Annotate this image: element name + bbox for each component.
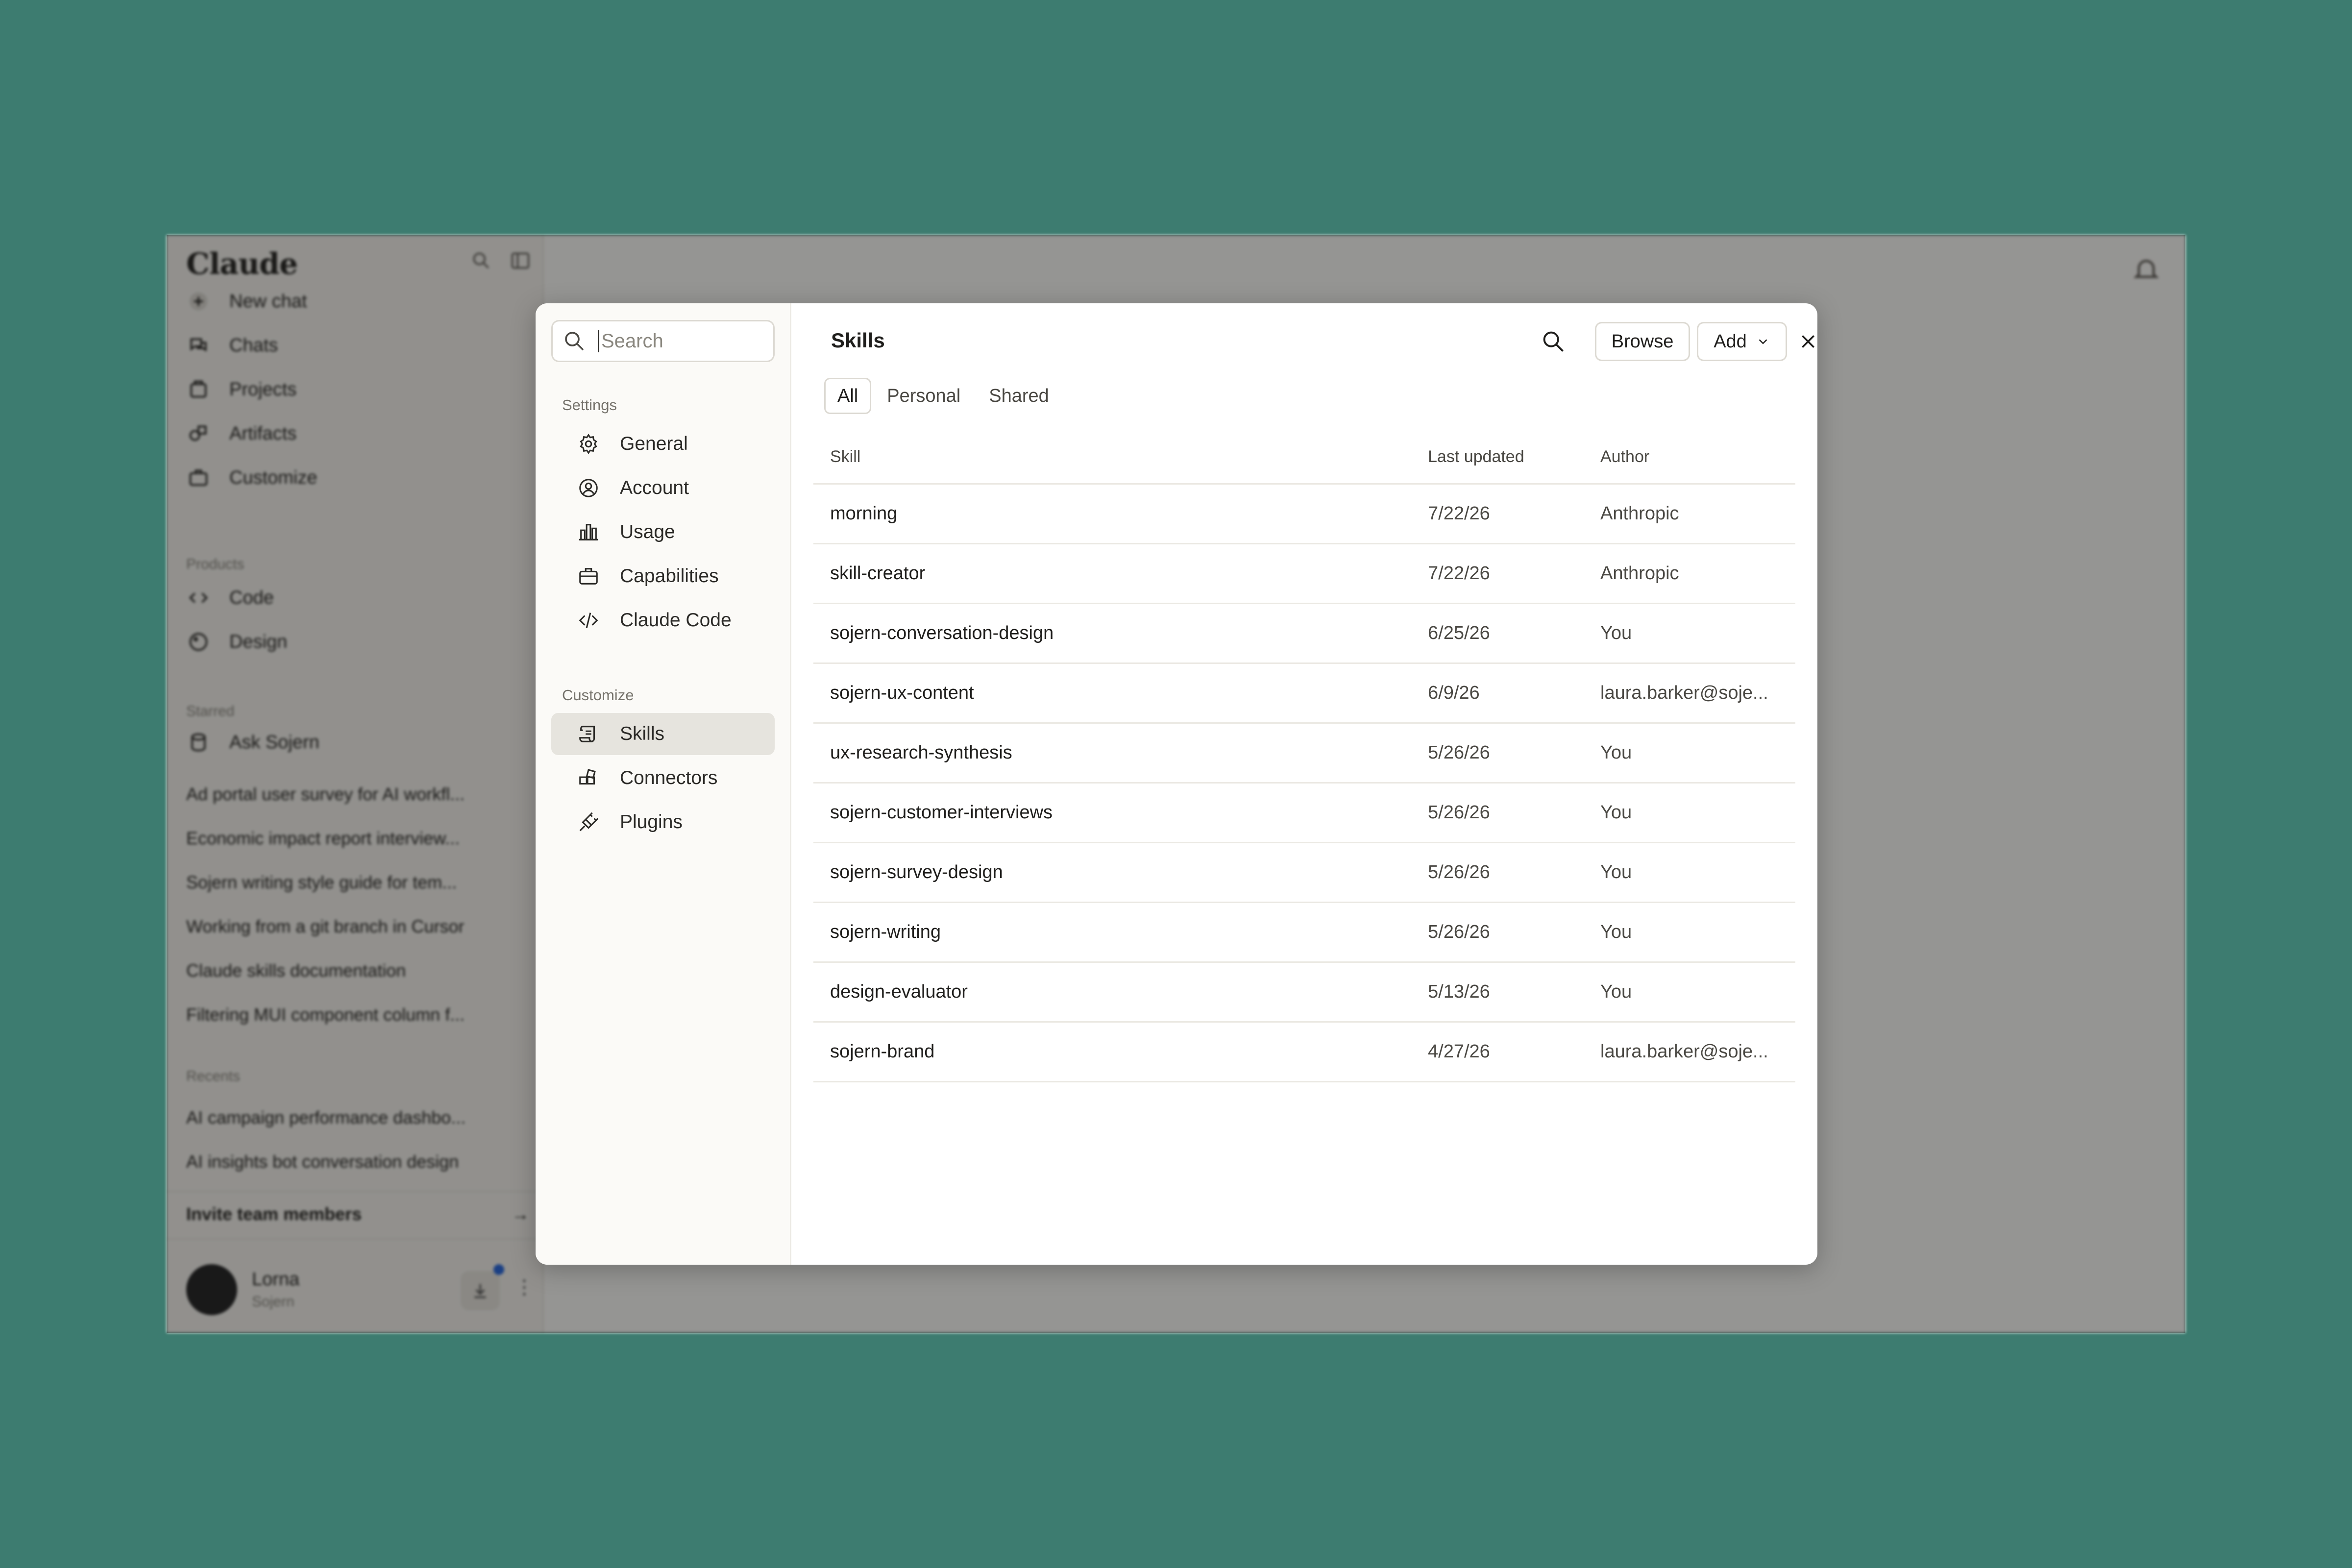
nav-item-claude-code[interactable]: Claude Code xyxy=(551,599,775,641)
table-row[interactable]: design-evaluator 5/13/26 You xyxy=(813,963,1795,1023)
column-header-last-updated[interactable]: Last updated xyxy=(1428,447,1524,466)
scroll-icon xyxy=(577,722,600,746)
table-row[interactable]: sojern-customer-interviews 5/26/26 You xyxy=(813,784,1795,843)
author: You xyxy=(1600,802,1632,823)
close-button[interactable] xyxy=(1797,331,1817,352)
nav-item-label: Usage xyxy=(620,521,675,542)
skill-name: sojern-brand xyxy=(830,1041,935,1062)
skills-panel: Skills Browse Add All Personal Shared Sk… xyxy=(793,303,1817,1265)
briefcase-icon xyxy=(577,564,600,588)
skills-search-button[interactable] xyxy=(1538,326,1569,357)
table-row[interactable]: ux-research-synthesis 5/26/26 You xyxy=(813,724,1795,784)
nav-item-label: Account xyxy=(620,477,689,498)
browse-button[interactable]: Browse xyxy=(1595,322,1690,361)
table-row[interactable]: sojern-brand 4/27/26 laura.barker@soje..… xyxy=(813,1023,1795,1082)
skill-name: morning xyxy=(830,503,898,524)
code-icon xyxy=(577,609,600,632)
last-updated: 5/26/26 xyxy=(1428,742,1490,763)
gear-icon xyxy=(577,432,600,456)
last-updated: 7/22/26 xyxy=(1428,503,1490,524)
nav-item-account[interactable]: Account xyxy=(551,467,775,509)
nav-item-label: Skills xyxy=(620,723,665,744)
table-row[interactable]: skill-creator 7/22/26 Anthropic xyxy=(813,544,1795,604)
skills-tabs: All Personal Shared xyxy=(824,378,1065,414)
skill-name: sojern-ux-content xyxy=(830,683,974,703)
chevron-down-icon xyxy=(1759,339,1767,344)
nav-item-label: Plugins xyxy=(620,811,683,833)
author: You xyxy=(1600,623,1632,643)
plug-icon xyxy=(577,810,600,834)
settings-modal: Settings General Account Usage Capabilit… xyxy=(536,303,1817,1265)
nav-item-connectors[interactable]: Connectors xyxy=(551,757,775,799)
customize-heading: Customize xyxy=(562,686,634,704)
skills-table: morning 7/22/26 Anthropic skill-creator … xyxy=(813,485,1795,1082)
last-updated: 5/13/26 xyxy=(1428,981,1490,1002)
skill-name: sojern-conversation-design xyxy=(830,623,1054,643)
table-row[interactable]: sojern-conversation-design 6/25/26 You xyxy=(813,604,1795,664)
author: laura.barker@soje... xyxy=(1600,683,1768,703)
tab-personal[interactable]: Personal xyxy=(874,378,973,414)
author: You xyxy=(1600,862,1632,882)
search-icon xyxy=(1543,331,1564,352)
last-updated: 7/22/26 xyxy=(1428,563,1490,584)
author: You xyxy=(1600,742,1632,763)
skill-name: design-evaluator xyxy=(830,981,968,1002)
last-updated: 4/27/26 xyxy=(1428,1041,1490,1062)
last-updated: 6/9/26 xyxy=(1428,683,1480,703)
author: laura.barker@soje... xyxy=(1600,1041,1768,1062)
user-circle-icon xyxy=(577,476,600,500)
skill-name: sojern-writing xyxy=(830,922,941,942)
last-updated: 5/26/26 xyxy=(1428,802,1490,823)
nav-item-label: General xyxy=(620,433,688,454)
panel-title: Skills xyxy=(831,329,885,352)
table-header: Skill Last updated Author xyxy=(813,432,1795,485)
close-icon xyxy=(1802,335,1814,348)
column-header-author[interactable]: Author xyxy=(1600,447,1649,466)
last-updated: 6/25/26 xyxy=(1428,623,1490,643)
add-button-label: Add xyxy=(1714,331,1747,352)
nav-item-usage[interactable]: Usage xyxy=(551,511,775,553)
tab-all[interactable]: All xyxy=(824,378,872,414)
table-row[interactable]: sojern-ux-content 6/9/26 laura.barker@so… xyxy=(813,664,1795,724)
connector-icon xyxy=(577,766,600,790)
table-row[interactable]: morning 7/22/26 Anthropic xyxy=(813,485,1795,544)
settings-search[interactable] xyxy=(551,320,775,362)
nav-item-label: Capabilities xyxy=(620,565,719,587)
skill-name: ux-research-synthesis xyxy=(830,742,1012,763)
skill-name: sojern-customer-interviews xyxy=(830,802,1053,823)
skill-name: skill-creator xyxy=(830,563,926,584)
tab-shared[interactable]: Shared xyxy=(976,378,1062,414)
settings-nav: Settings General Account Usage Capabilit… xyxy=(536,303,791,1265)
last-updated: 5/26/26 xyxy=(1428,862,1490,882)
search-icon xyxy=(565,332,584,351)
author: Anthropic xyxy=(1600,503,1679,524)
search-input[interactable] xyxy=(598,330,764,352)
table-row[interactable]: sojern-survey-design 5/26/26 You xyxy=(813,843,1795,903)
nav-item-label: Claude Code xyxy=(620,610,732,631)
nav-item-plugins[interactable]: Plugins xyxy=(551,801,775,843)
bar-chart-icon xyxy=(577,520,600,544)
author: Anthropic xyxy=(1600,563,1679,584)
author: You xyxy=(1600,922,1632,942)
table-row[interactable]: sojern-writing 5/26/26 You xyxy=(813,903,1795,963)
nav-item-general[interactable]: General xyxy=(551,423,775,465)
nav-item-capabilities[interactable]: Capabilities xyxy=(551,555,775,597)
settings-heading: Settings xyxy=(562,396,617,414)
skill-name: sojern-survey-design xyxy=(830,862,1003,882)
nav-item-skills[interactable]: Skills xyxy=(551,713,775,755)
add-button[interactable]: Add xyxy=(1697,322,1787,361)
last-updated: 5/26/26 xyxy=(1428,922,1490,942)
author: You xyxy=(1600,981,1632,1002)
column-header-skill[interactable]: Skill xyxy=(830,447,860,466)
nav-item-label: Connectors xyxy=(620,767,718,788)
